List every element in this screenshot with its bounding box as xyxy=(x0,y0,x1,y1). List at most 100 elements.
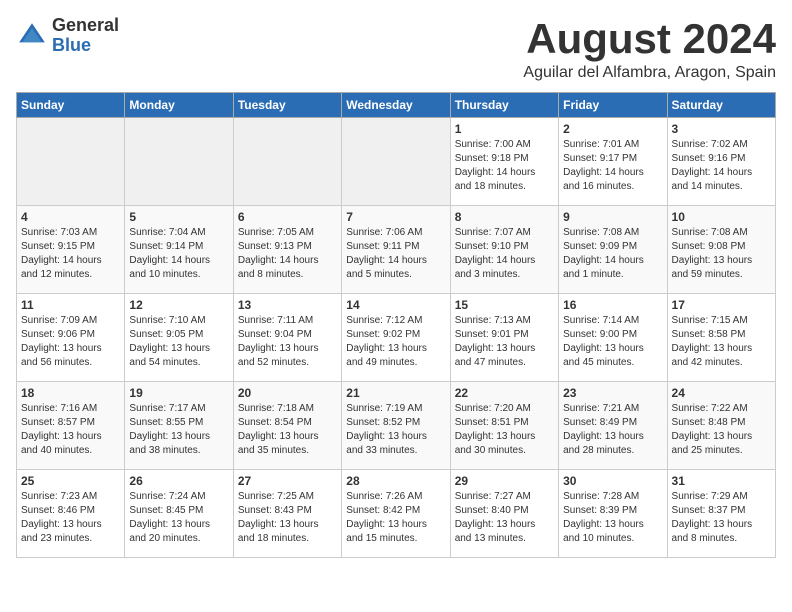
calendar-cell: 14 Sunrise: 7:12 AM Sunset: 9:02 PM Dayl… xyxy=(342,294,450,382)
calendar-cell: 4 Sunrise: 7:03 AM Sunset: 9:15 PM Dayli… xyxy=(17,206,125,294)
weekday-header-sunday: Sunday xyxy=(17,93,125,118)
day-info: Sunrise: 7:18 AM Sunset: 8:54 PM Dayligh… xyxy=(238,402,337,458)
calendar-cell: 24 Sunrise: 7:22 AM Sunset: 8:48 PM Dayl… xyxy=(667,382,775,470)
calendar-cell: 27 Sunrise: 7:25 AM Sunset: 8:43 PM Dayl… xyxy=(233,470,341,558)
logo-blue: Blue xyxy=(52,36,119,56)
calendar-cell: 25 Sunrise: 7:23 AM Sunset: 8:46 PM Dayl… xyxy=(17,470,125,558)
day-number: 24 xyxy=(672,386,771,400)
calendar-cell: 10 Sunrise: 7:08 AM Sunset: 9:08 PM Dayl… xyxy=(667,206,775,294)
weekday-header-friday: Friday xyxy=(559,93,667,118)
calendar-cell: 5 Sunrise: 7:04 AM Sunset: 9:14 PM Dayli… xyxy=(125,206,233,294)
weekday-header-thursday: Thursday xyxy=(450,93,558,118)
calendar-cell: 20 Sunrise: 7:18 AM Sunset: 8:54 PM Dayl… xyxy=(233,382,341,470)
calendar-cell: 30 Sunrise: 7:28 AM Sunset: 8:39 PM Dayl… xyxy=(559,470,667,558)
day-info: Sunrise: 7:14 AM Sunset: 9:00 PM Dayligh… xyxy=(563,314,662,370)
weekday-header-monday: Monday xyxy=(125,93,233,118)
calendar-cell: 6 Sunrise: 7:05 AM Sunset: 9:13 PM Dayli… xyxy=(233,206,341,294)
day-number: 2 xyxy=(563,122,662,136)
calendar-cell: 21 Sunrise: 7:19 AM Sunset: 8:52 PM Dayl… xyxy=(342,382,450,470)
day-number: 22 xyxy=(455,386,554,400)
calendar-week-4: 18 Sunrise: 7:16 AM Sunset: 8:57 PM Dayl… xyxy=(17,382,776,470)
day-number: 9 xyxy=(563,210,662,224)
day-info: Sunrise: 7:06 AM Sunset: 9:11 PM Dayligh… xyxy=(346,226,445,282)
title-section: August 2024 Aguilar del Alfambra, Aragon… xyxy=(523,16,776,82)
logo: General Blue xyxy=(16,16,119,56)
day-number: 27 xyxy=(238,474,337,488)
day-number: 3 xyxy=(672,122,771,136)
day-number: 7 xyxy=(346,210,445,224)
day-number: 25 xyxy=(21,474,120,488)
calendar-cell: 3 Sunrise: 7:02 AM Sunset: 9:16 PM Dayli… xyxy=(667,118,775,206)
day-info: Sunrise: 7:10 AM Sunset: 9:05 PM Dayligh… xyxy=(129,314,228,370)
calendar-cell: 29 Sunrise: 7:27 AM Sunset: 8:40 PM Dayl… xyxy=(450,470,558,558)
day-number: 8 xyxy=(455,210,554,224)
weekday-header-tuesday: Tuesday xyxy=(233,93,341,118)
calendar-cell xyxy=(342,118,450,206)
day-info: Sunrise: 7:15 AM Sunset: 8:58 PM Dayligh… xyxy=(672,314,771,370)
month-title: August 2024 xyxy=(523,16,776,62)
day-number: 4 xyxy=(21,210,120,224)
day-number: 26 xyxy=(129,474,228,488)
day-number: 15 xyxy=(455,298,554,312)
day-info: Sunrise: 7:08 AM Sunset: 9:08 PM Dayligh… xyxy=(672,226,771,282)
day-info: Sunrise: 7:01 AM Sunset: 9:17 PM Dayligh… xyxy=(563,138,662,194)
day-number: 11 xyxy=(21,298,120,312)
calendar-cell xyxy=(17,118,125,206)
calendar-cell: 11 Sunrise: 7:09 AM Sunset: 9:06 PM Dayl… xyxy=(17,294,125,382)
day-number: 14 xyxy=(346,298,445,312)
day-info: Sunrise: 7:04 AM Sunset: 9:14 PM Dayligh… xyxy=(129,226,228,282)
calendar-cell: 7 Sunrise: 7:06 AM Sunset: 9:11 PM Dayli… xyxy=(342,206,450,294)
calendar-cell: 19 Sunrise: 7:17 AM Sunset: 8:55 PM Dayl… xyxy=(125,382,233,470)
day-info: Sunrise: 7:19 AM Sunset: 8:52 PM Dayligh… xyxy=(346,402,445,458)
day-info: Sunrise: 7:26 AM Sunset: 8:42 PM Dayligh… xyxy=(346,490,445,546)
logo-text: General Blue xyxy=(52,16,119,56)
logo-icon xyxy=(16,20,48,52)
day-info: Sunrise: 7:28 AM Sunset: 8:39 PM Dayligh… xyxy=(563,490,662,546)
day-info: Sunrise: 7:12 AM Sunset: 9:02 PM Dayligh… xyxy=(346,314,445,370)
calendar-cell: 9 Sunrise: 7:08 AM Sunset: 9:09 PM Dayli… xyxy=(559,206,667,294)
day-info: Sunrise: 7:11 AM Sunset: 9:04 PM Dayligh… xyxy=(238,314,337,370)
day-number: 20 xyxy=(238,386,337,400)
day-number: 12 xyxy=(129,298,228,312)
day-info: Sunrise: 7:16 AM Sunset: 8:57 PM Dayligh… xyxy=(21,402,120,458)
weekday-header-row: SundayMondayTuesdayWednesdayThursdayFrid… xyxy=(17,93,776,118)
day-info: Sunrise: 7:27 AM Sunset: 8:40 PM Dayligh… xyxy=(455,490,554,546)
day-number: 10 xyxy=(672,210,771,224)
day-info: Sunrise: 7:25 AM Sunset: 8:43 PM Dayligh… xyxy=(238,490,337,546)
day-info: Sunrise: 7:08 AM Sunset: 9:09 PM Dayligh… xyxy=(563,226,662,282)
day-info: Sunrise: 7:20 AM Sunset: 8:51 PM Dayligh… xyxy=(455,402,554,458)
day-number: 16 xyxy=(563,298,662,312)
day-info: Sunrise: 7:03 AM Sunset: 9:15 PM Dayligh… xyxy=(21,226,120,282)
calendar-cell: 2 Sunrise: 7:01 AM Sunset: 9:17 PM Dayli… xyxy=(559,118,667,206)
day-number: 1 xyxy=(455,122,554,136)
day-info: Sunrise: 7:00 AM Sunset: 9:18 PM Dayligh… xyxy=(455,138,554,194)
calendar-week-2: 4 Sunrise: 7:03 AM Sunset: 9:15 PM Dayli… xyxy=(17,206,776,294)
calendar-cell: 16 Sunrise: 7:14 AM Sunset: 9:00 PM Dayl… xyxy=(559,294,667,382)
day-info: Sunrise: 7:13 AM Sunset: 9:01 PM Dayligh… xyxy=(455,314,554,370)
calendar-cell xyxy=(233,118,341,206)
day-number: 13 xyxy=(238,298,337,312)
calendar-cell: 8 Sunrise: 7:07 AM Sunset: 9:10 PM Dayli… xyxy=(450,206,558,294)
page-header: General Blue August 2024 Aguilar del Alf… xyxy=(16,16,776,82)
calendar-cell: 17 Sunrise: 7:15 AM Sunset: 8:58 PM Dayl… xyxy=(667,294,775,382)
day-number: 6 xyxy=(238,210,337,224)
day-info: Sunrise: 7:07 AM Sunset: 9:10 PM Dayligh… xyxy=(455,226,554,282)
day-number: 31 xyxy=(672,474,771,488)
day-number: 29 xyxy=(455,474,554,488)
day-info: Sunrise: 7:09 AM Sunset: 9:06 PM Dayligh… xyxy=(21,314,120,370)
calendar-cell: 13 Sunrise: 7:11 AM Sunset: 9:04 PM Dayl… xyxy=(233,294,341,382)
day-number: 17 xyxy=(672,298,771,312)
day-info: Sunrise: 7:22 AM Sunset: 8:48 PM Dayligh… xyxy=(672,402,771,458)
calendar-cell: 1 Sunrise: 7:00 AM Sunset: 9:18 PM Dayli… xyxy=(450,118,558,206)
calendar-cell: 23 Sunrise: 7:21 AM Sunset: 8:49 PM Dayl… xyxy=(559,382,667,470)
day-number: 18 xyxy=(21,386,120,400)
day-number: 19 xyxy=(129,386,228,400)
calendar-cell: 22 Sunrise: 7:20 AM Sunset: 8:51 PM Dayl… xyxy=(450,382,558,470)
day-info: Sunrise: 7:24 AM Sunset: 8:45 PM Dayligh… xyxy=(129,490,228,546)
calendar-cell: 26 Sunrise: 7:24 AM Sunset: 8:45 PM Dayl… xyxy=(125,470,233,558)
day-info: Sunrise: 7:05 AM Sunset: 9:13 PM Dayligh… xyxy=(238,226,337,282)
day-number: 23 xyxy=(563,386,662,400)
calendar-week-5: 25 Sunrise: 7:23 AM Sunset: 8:46 PM Dayl… xyxy=(17,470,776,558)
calendar-cell: 31 Sunrise: 7:29 AM Sunset: 8:37 PM Dayl… xyxy=(667,470,775,558)
day-info: Sunrise: 7:23 AM Sunset: 8:46 PM Dayligh… xyxy=(21,490,120,546)
